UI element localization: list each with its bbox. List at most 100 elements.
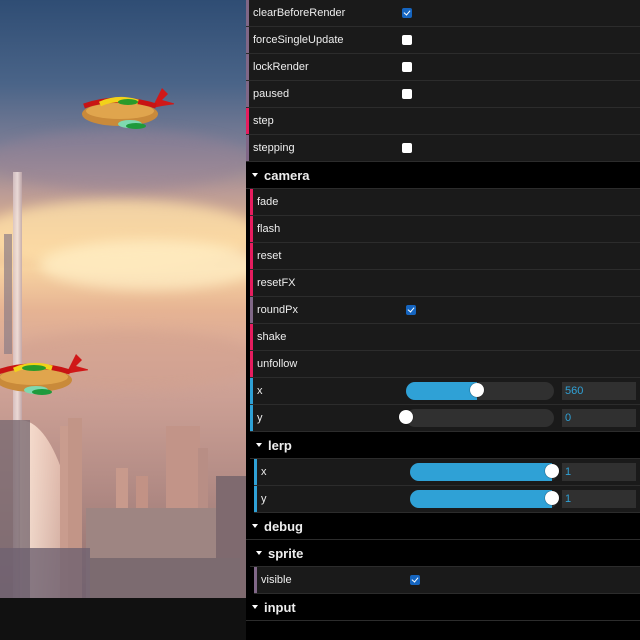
- row-label: y: [261, 493, 267, 505]
- row-sprite-visible[interactable]: visible: [254, 567, 640, 594]
- row-paused[interactable]: paused: [246, 81, 640, 108]
- row-label: reset: [257, 250, 282, 262]
- row-accent: [254, 567, 257, 593]
- row-label: x: [261, 466, 267, 478]
- building: [0, 548, 90, 598]
- row-accent: [250, 297, 253, 323]
- row-accent: [250, 216, 253, 242]
- slider-fill: [410, 490, 553, 508]
- paused-checkbox[interactable]: [402, 89, 412, 99]
- row-lock-render[interactable]: lockRender: [246, 54, 640, 81]
- debug-gui-panel: clearBeforeRender forceSingleUpdate lock…: [246, 0, 640, 640]
- row-force-single-update[interactable]: forceSingleUpdate: [246, 27, 640, 54]
- cloud: [40, 240, 246, 290]
- lock-render-checkbox[interactable]: [402, 62, 412, 72]
- row-accent: [250, 243, 253, 269]
- folder-expanded-icon: [252, 524, 258, 528]
- camera-y-slider[interactable]: [399, 409, 554, 427]
- camera-reset-button[interactable]: reset: [250, 243, 640, 270]
- camera-flash-button[interactable]: flash: [250, 216, 640, 243]
- stepping-checkbox[interactable]: [402, 143, 412, 153]
- camera-shake-button[interactable]: shake: [250, 324, 640, 351]
- row-label: paused: [253, 88, 290, 100]
- folder-title: camera: [264, 167, 310, 183]
- folder-title: lerp: [268, 437, 292, 453]
- row-camera-x[interactable]: x 560: [250, 378, 640, 405]
- cloud: [0, 130, 246, 190]
- lerp-y-slider[interactable]: [410, 490, 560, 508]
- slider-knob[interactable]: [470, 383, 485, 397]
- camera-resetfx-button[interactable]: resetFX: [250, 270, 640, 297]
- row-accent: [250, 270, 253, 296]
- row-label: clearBeforeRender: [253, 7, 346, 19]
- folder-input[interactable]: input: [246, 594, 640, 621]
- slider-fill: [406, 382, 478, 400]
- camera-y-input[interactable]: 0: [562, 409, 636, 427]
- folder-expanded-icon: [252, 605, 258, 609]
- hotdog-airship-sprite: [0, 354, 88, 395]
- row-camera-y[interactable]: y 0: [250, 405, 640, 432]
- row-label: roundPx: [257, 304, 298, 316]
- row-label: step: [253, 115, 274, 127]
- row-accent: [250, 189, 253, 215]
- camera-x-input[interactable]: 560: [562, 382, 636, 400]
- row-lerp-x[interactable]: x 1: [254, 459, 640, 486]
- camera-x-slider[interactable]: [406, 382, 554, 400]
- row-stepping[interactable]: stepping: [246, 135, 640, 162]
- row-label: fade: [257, 196, 279, 208]
- clear-before-render-checkbox[interactable]: [402, 8, 412, 18]
- row-accent: [250, 324, 253, 350]
- spire-tower-side: [4, 234, 12, 354]
- row-camera-roundpx[interactable]: roundPx: [250, 297, 640, 324]
- slider-knob[interactable]: [399, 410, 413, 424]
- step-button[interactable]: step: [246, 108, 640, 135]
- row-clear-before-render[interactable]: clearBeforeRender: [246, 0, 640, 27]
- sprite-visible-checkbox[interactable]: [410, 575, 420, 585]
- game-canvas[interactable]: [0, 0, 246, 598]
- hotdog-airship-sprite: [82, 88, 174, 129]
- folder-title: sprite: [268, 545, 304, 561]
- slider-knob[interactable]: [545, 464, 560, 478]
- row-label: forceSingleUpdate: [253, 34, 344, 46]
- folder-expanded-icon: [252, 173, 258, 177]
- row-accent: [250, 351, 253, 377]
- row-accent: [246, 108, 249, 134]
- folder-title: debug: [264, 518, 303, 534]
- row-accent: [250, 405, 253, 431]
- force-single-update-checkbox[interactable]: [402, 35, 412, 45]
- lerp-y-input[interactable]: 1: [562, 490, 636, 508]
- folder-expanded-icon: [256, 551, 262, 555]
- row-label: visible: [261, 574, 292, 586]
- row-accent: [250, 378, 253, 404]
- roundpx-checkbox[interactable]: [406, 305, 416, 315]
- lerp-x-input[interactable]: 1: [562, 463, 636, 481]
- row-accent: [246, 0, 249, 26]
- folder-debug[interactable]: debug: [246, 513, 640, 540]
- row-accent: [246, 54, 249, 80]
- row-label: resetFX: [257, 277, 296, 289]
- row-accent: [246, 81, 249, 107]
- camera-unfollow-button[interactable]: unfollow: [250, 351, 640, 378]
- row-label: x: [257, 385, 263, 397]
- row-label: shake: [257, 331, 287, 343]
- row-label: flash: [257, 223, 281, 235]
- row-accent: [254, 486, 257, 512]
- row-label: unfollow: [257, 358, 298, 370]
- folder-sprite[interactable]: sprite: [250, 540, 640, 567]
- row-accent: [246, 135, 249, 161]
- row-accent: [254, 459, 257, 485]
- row-lerp-y[interactable]: y 1: [254, 486, 640, 513]
- row-label: stepping: [253, 142, 295, 154]
- lerp-x-slider[interactable]: [410, 463, 560, 481]
- slider-knob[interactable]: [545, 491, 560, 505]
- building: [90, 558, 240, 598]
- row-accent: [246, 27, 249, 53]
- slider-fill: [410, 463, 553, 481]
- folder-expanded-icon: [256, 443, 262, 447]
- row-label: y: [257, 412, 263, 424]
- folder-lerp[interactable]: lerp: [250, 432, 640, 459]
- folder-title: input: [264, 599, 296, 615]
- camera-fade-button[interactable]: fade: [250, 189, 640, 216]
- folder-camera[interactable]: camera: [246, 162, 640, 189]
- row-label: lockRender: [253, 61, 309, 73]
